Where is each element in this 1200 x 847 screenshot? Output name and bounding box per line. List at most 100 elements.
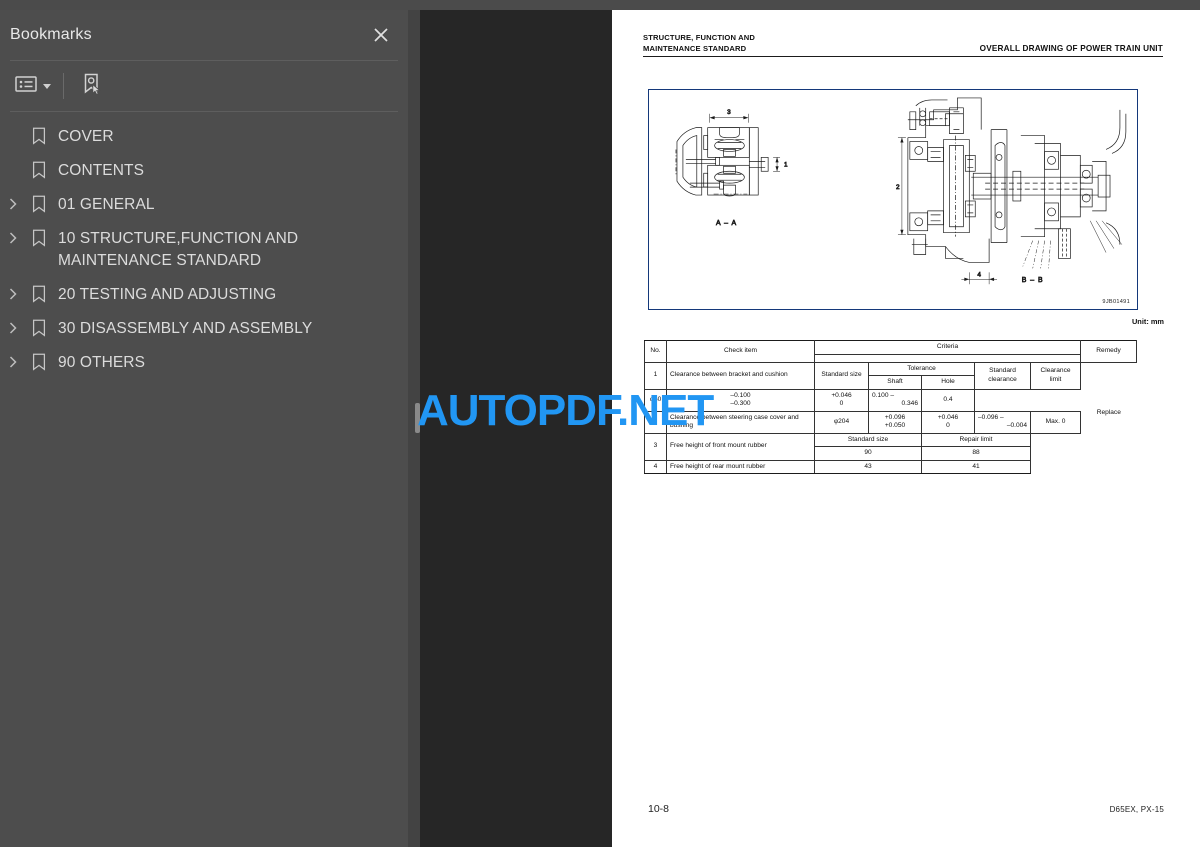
close-icon[interactable] — [368, 22, 394, 48]
bookmark-icon — [26, 228, 52, 247]
technical-drawing-figure: 3 1 A – A 2 4 B – B 9JB01491 — [648, 89, 1138, 310]
th-tolerance: Tolerance — [868, 361, 975, 376]
td-clearance-upper-2: –0.096 – — [978, 413, 1004, 421]
td-repair-limit-3: 88 — [921, 446, 1031, 461]
td-clearance-lower-1: 0.346 — [901, 400, 918, 407]
td-hole-2: +0.046 0 — [921, 410, 975, 434]
bookmark-item-10-structure[interactable]: 10 STRUCTURE,FUNCTION AND MAINTENANCE ST… — [0, 222, 408, 278]
select-bookmark-button[interactable] — [76, 68, 108, 105]
viewer-background — [420, 10, 612, 847]
document-header-left: STRUCTURE, FUNCTION AND MAINTENANCE STAN… — [643, 33, 755, 54]
bookmarks-toolbar — [0, 61, 408, 111]
bookmark-tree: COVER CONTENTS 01 GENERAL 10 STRUCTURE,F… — [0, 112, 408, 380]
td-clearance-limit-1: 0.4 — [921, 388, 975, 412]
bookmark-item-01-general[interactable]: 01 GENERAL — [0, 188, 408, 222]
th-no: No. — [644, 340, 667, 363]
svg-text:2: 2 — [896, 184, 900, 191]
td-check-item-2: Clearance between steering case cover an… — [666, 410, 815, 434]
td-no-1: 1 — [644, 361, 667, 390]
bookmark-item-90-others[interactable]: 90 OTHERS — [0, 346, 408, 380]
td-standard-size-4: 43 — [814, 459, 922, 474]
td-no-4: 4 — [644, 459, 667, 474]
th-repair-limit: Repair limit — [921, 432, 1031, 447]
table-subheader-row: 1 Clearance between bracket and cushion … — [644, 361, 1137, 416]
unit-note: Unit: mm — [1131, 317, 1164, 326]
table-header-row: No. Check item Criteria Remedy — [644, 340, 1138, 363]
document-header-right: OVERALL DRAWING OF POWER TRAIN UNIT — [979, 44, 1163, 53]
twisty-placeholder — [0, 160, 26, 163]
table-row: φ60 –0.100 –0.300 +0.046 0 0.100 – 0.346… — [644, 388, 1137, 412]
bookmark-label: 30 DISASSEMBLY AND ASSEMBLY — [58, 320, 313, 337]
pdf-page: STRUCTURE, FUNCTION AND MAINTENANCE STAN… — [612, 10, 1200, 847]
chevron-right-icon[interactable] — [0, 284, 26, 301]
bookmark-icon — [26, 352, 52, 371]
bookmarks-panel: Bookmarks COVER CONTENTS 01 GENERAL 10 S… — [0, 10, 408, 847]
figure-id-label: 9JB01491 — [1102, 299, 1130, 305]
bookmark-icon — [26, 126, 52, 145]
bookmark-icon — [26, 284, 52, 303]
svg-text:3: 3 — [727, 109, 731, 116]
td-repair-limit-4: 41 — [921, 459, 1031, 474]
bookmark-icon — [26, 318, 52, 337]
td-no-3: 3 — [644, 432, 667, 461]
header-line-1: STRUCTURE, FUNCTION AND — [643, 33, 756, 42]
pdf-viewer-window: Bookmarks COVER CONTENTS 01 GENERAL 10 S… — [0, 0, 1200, 847]
technical-drawing-svg: 3 1 A – A 2 4 B – B — [675, 97, 1127, 285]
bookmarks-panel-header: Bookmarks — [0, 10, 408, 60]
td-standard-size-2: φ204 — [814, 410, 869, 434]
th-check-item: Check item — [666, 340, 815, 363]
td-clearance-limit-2: Max. 0 — [1029, 410, 1082, 434]
window-top-chrome — [0, 0, 1200, 10]
td-check-item-1: Clearance between bracket and cushion — [666, 361, 815, 390]
td-shaft-1: –0.100 –0.300 — [666, 388, 815, 412]
th-criteria: Criteria — [813, 340, 1082, 355]
th-criteria-spacer — [815, 354, 1081, 362]
page-number: 10-8 — [648, 803, 670, 815]
th-standard-size: Standard size — [814, 361, 869, 390]
bookmark-item-30-disassembly[interactable]: 30 DISASSEMBLY AND ASSEMBLY — [0, 312, 408, 346]
bookmark-label: 10 STRUCTURE,FUNCTION AND MAINTENANCE ST… — [58, 230, 299, 269]
maintenance-standard-table: No. Check item Criteria Remedy 1 Clearan… — [644, 340, 1138, 474]
chevron-right-icon[interactable] — [0, 228, 26, 245]
td-check-item-3: Free height of front mount rubber — [666, 432, 815, 461]
bookmarks-panel-title: Bookmarks — [10, 26, 92, 43]
td-hole-1: +0.046 0 — [814, 388, 869, 412]
td-remedy-cell: Replace — [1081, 362, 1137, 433]
td-standard-size-3: 90 — [814, 446, 922, 461]
twisty-placeholder — [0, 126, 26, 129]
th-standard-clearance: Standard clearance — [974, 361, 1031, 390]
td-clearance-upper-1: 0.100 – — [872, 391, 894, 399]
chevron-right-icon[interactable] — [0, 352, 26, 369]
bookmark-label: 20 TESTING AND ADJUSTING — [58, 286, 277, 303]
document-header: STRUCTURE, FUNCTION AND MAINTENANCE STAN… — [643, 33, 1163, 57]
list-options-button[interactable] — [10, 70, 55, 103]
td-standard-size-1: φ60 — [644, 388, 667, 412]
td-hole-upper-1: +0.046 — [831, 391, 852, 399]
td-standard-clearance-1: 0.100 – 0.346 — [868, 388, 922, 412]
bookmark-item-cover[interactable]: COVER — [0, 120, 408, 154]
list-options-icon — [14, 74, 38, 99]
td-shaft-2: +0.096 +0.050 — [868, 410, 922, 434]
panel-splitter[interactable] — [408, 10, 415, 847]
th-standard-size-2: Standard size — [814, 432, 922, 447]
th-hole: Hole — [921, 375, 975, 390]
td-no-2: 2 — [644, 410, 667, 434]
td-shaft-lower-1: –0.300 — [730, 400, 751, 407]
header-line-2: MAINTENANCE STANDARD — [643, 43, 747, 53]
model-label: D65EX, PX-15 — [1109, 805, 1164, 814]
select-bookmark-icon — [80, 72, 104, 101]
td-standard-clearance-2: –0.096 – –0.004 — [974, 410, 1031, 434]
bookmark-item-contents[interactable]: CONTENTS — [0, 154, 408, 188]
chevron-right-icon[interactable] — [0, 318, 26, 335]
table-row: 2 Clearance between steering case cover … — [644, 410, 1137, 434]
svg-text:A – A: A – A — [716, 220, 737, 227]
td-remedy-empty — [1031, 433, 1081, 474]
bookmark-label: CONTENTS — [58, 162, 145, 179]
td-shaft-upper-2: +0.096 — [884, 413, 906, 421]
bookmark-item-20-testing[interactable]: 20 TESTING AND ADJUSTING — [0, 278, 408, 312]
th-shaft: Shaft — [868, 375, 922, 390]
svg-text:B – B: B – B — [1022, 277, 1044, 284]
chevron-right-icon[interactable] — [0, 194, 26, 211]
bookmark-label: COVER — [58, 128, 114, 145]
td-clearance-lower-2: –0.004 — [1006, 422, 1027, 429]
